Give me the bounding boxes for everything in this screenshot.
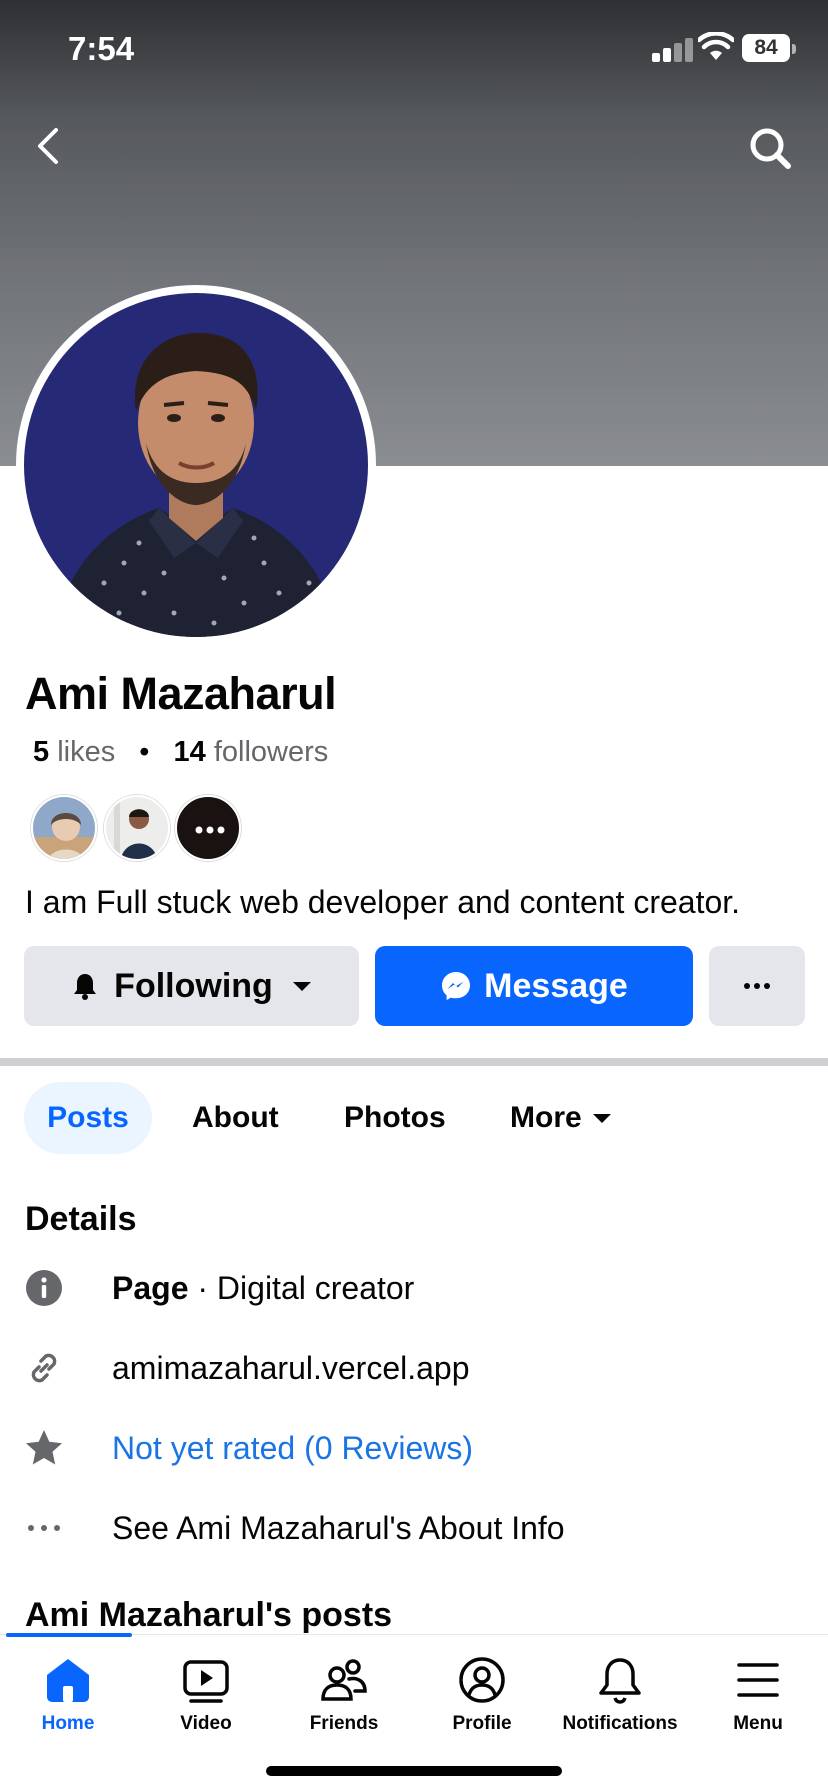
followers-count: 14 (173, 736, 206, 768)
profile-stats: 5 likes • 14 followers (33, 736, 328, 769)
rating-link[interactable]: Not yet rated (0 Reviews) (112, 1430, 473, 1467)
battery-icon: 84 (742, 34, 790, 62)
home-icon (47, 1659, 89, 1702)
status-bar: 7:54 84 (0, 0, 828, 100)
posts-section-title: Ami Mazaharul's posts (25, 1596, 393, 1634)
website-link[interactable]: amimazaharul.vercel.app (112, 1350, 470, 1387)
profile-icon (459, 1657, 505, 1703)
home-indicator[interactable] (266, 1766, 562, 1776)
nav-notifications[interactable]: Notifications (552, 1655, 688, 1735)
more-actions-button[interactable] (709, 946, 805, 1026)
category-separator: · (188, 1269, 217, 1306)
wifi-icon (698, 32, 734, 60)
tab-more-label: More (510, 1101, 582, 1134)
followers-label: followers (213, 736, 329, 768)
back-arrow-icon[interactable] (28, 124, 72, 168)
nav-notifications-label: Notifications (562, 1713, 678, 1734)
avatar-photo (24, 293, 368, 637)
detail-about-info[interactable]: See Ami Mazaharul's About Info (24, 1503, 565, 1553)
category-type: Page (112, 1269, 189, 1306)
following-label: Following (114, 966, 273, 1005)
nav-profile[interactable]: Profile (414, 1655, 550, 1735)
profile-avatar[interactable] (24, 293, 368, 637)
tab-about[interactable]: About (192, 1082, 279, 1154)
friends-icon (321, 1659, 367, 1701)
profile-bio: I am Full stuck web developer and conten… (25, 884, 741, 920)
category-value: Digital creator (216, 1269, 415, 1306)
nav-menu-label: Menu (733, 1713, 783, 1734)
follower-avatar-image (33, 797, 95, 859)
more-dots-icon (744, 983, 770, 989)
profile-name: Ami Mazaharul (25, 668, 337, 719)
likes-label: likes (57, 736, 116, 768)
caret-down-icon (592, 1114, 611, 1123)
nav-video-label: Video (180, 1713, 232, 1734)
search-icon[interactable] (748, 126, 792, 170)
follower-avatar-image (106, 797, 168, 859)
stats-separator: • (139, 736, 150, 768)
more-followers-avatar[interactable] (175, 795, 241, 861)
message-label: Message (484, 966, 628, 1005)
follower-avatar[interactable] (104, 795, 170, 861)
video-icon (183, 1660, 229, 1703)
tab-more[interactable]: More (510, 1082, 612, 1154)
status-time: 7:54 (68, 30, 135, 67)
bell-icon (599, 1658, 641, 1704)
follower-avatar[interactable] (31, 795, 97, 861)
details-title: Details (25, 1200, 137, 1238)
message-button[interactable]: Message (375, 946, 693, 1026)
nav-home[interactable]: Home (0, 1655, 136, 1735)
cellular-signal-icon (652, 36, 693, 62)
messenger-icon (442, 972, 471, 1000)
nav-home-label: Home (41, 1713, 95, 1734)
tab-posts[interactable]: Posts (24, 1082, 152, 1154)
following-button[interactable]: Following (24, 946, 359, 1026)
nav-friends[interactable]: Friends (276, 1655, 412, 1735)
caret-down-icon (292, 982, 311, 991)
bell-icon (74, 974, 97, 1000)
menu-icon (737, 1663, 779, 1697)
nav-friends-label: Friends (309, 1713, 379, 1734)
scroll-indicator (6, 1633, 132, 1637)
detail-website[interactable]: amimazaharul.vercel.app (24, 1343, 470, 1393)
link-icon (24, 1348, 64, 1388)
about-info-link[interactable]: See Ami Mazaharul's About Info (112, 1510, 565, 1547)
more-dots-icon (24, 1508, 64, 1548)
detail-rating[interactable]: Not yet rated (0 Reviews) (24, 1423, 473, 1473)
battery-tip (792, 44, 796, 54)
nav-video[interactable]: Video (138, 1655, 274, 1735)
info-icon (24, 1268, 64, 1308)
detail-category: Page · Digital creator (24, 1263, 414, 1313)
section-divider (0, 1058, 828, 1066)
tab-photos[interactable]: Photos (344, 1082, 446, 1154)
star-icon (24, 1428, 64, 1468)
nav-menu[interactable]: Menu (690, 1655, 826, 1735)
nav-profile-label: Profile (452, 1713, 512, 1734)
likes-count: 5 (33, 736, 50, 768)
more-dots-icon (195, 826, 225, 834)
